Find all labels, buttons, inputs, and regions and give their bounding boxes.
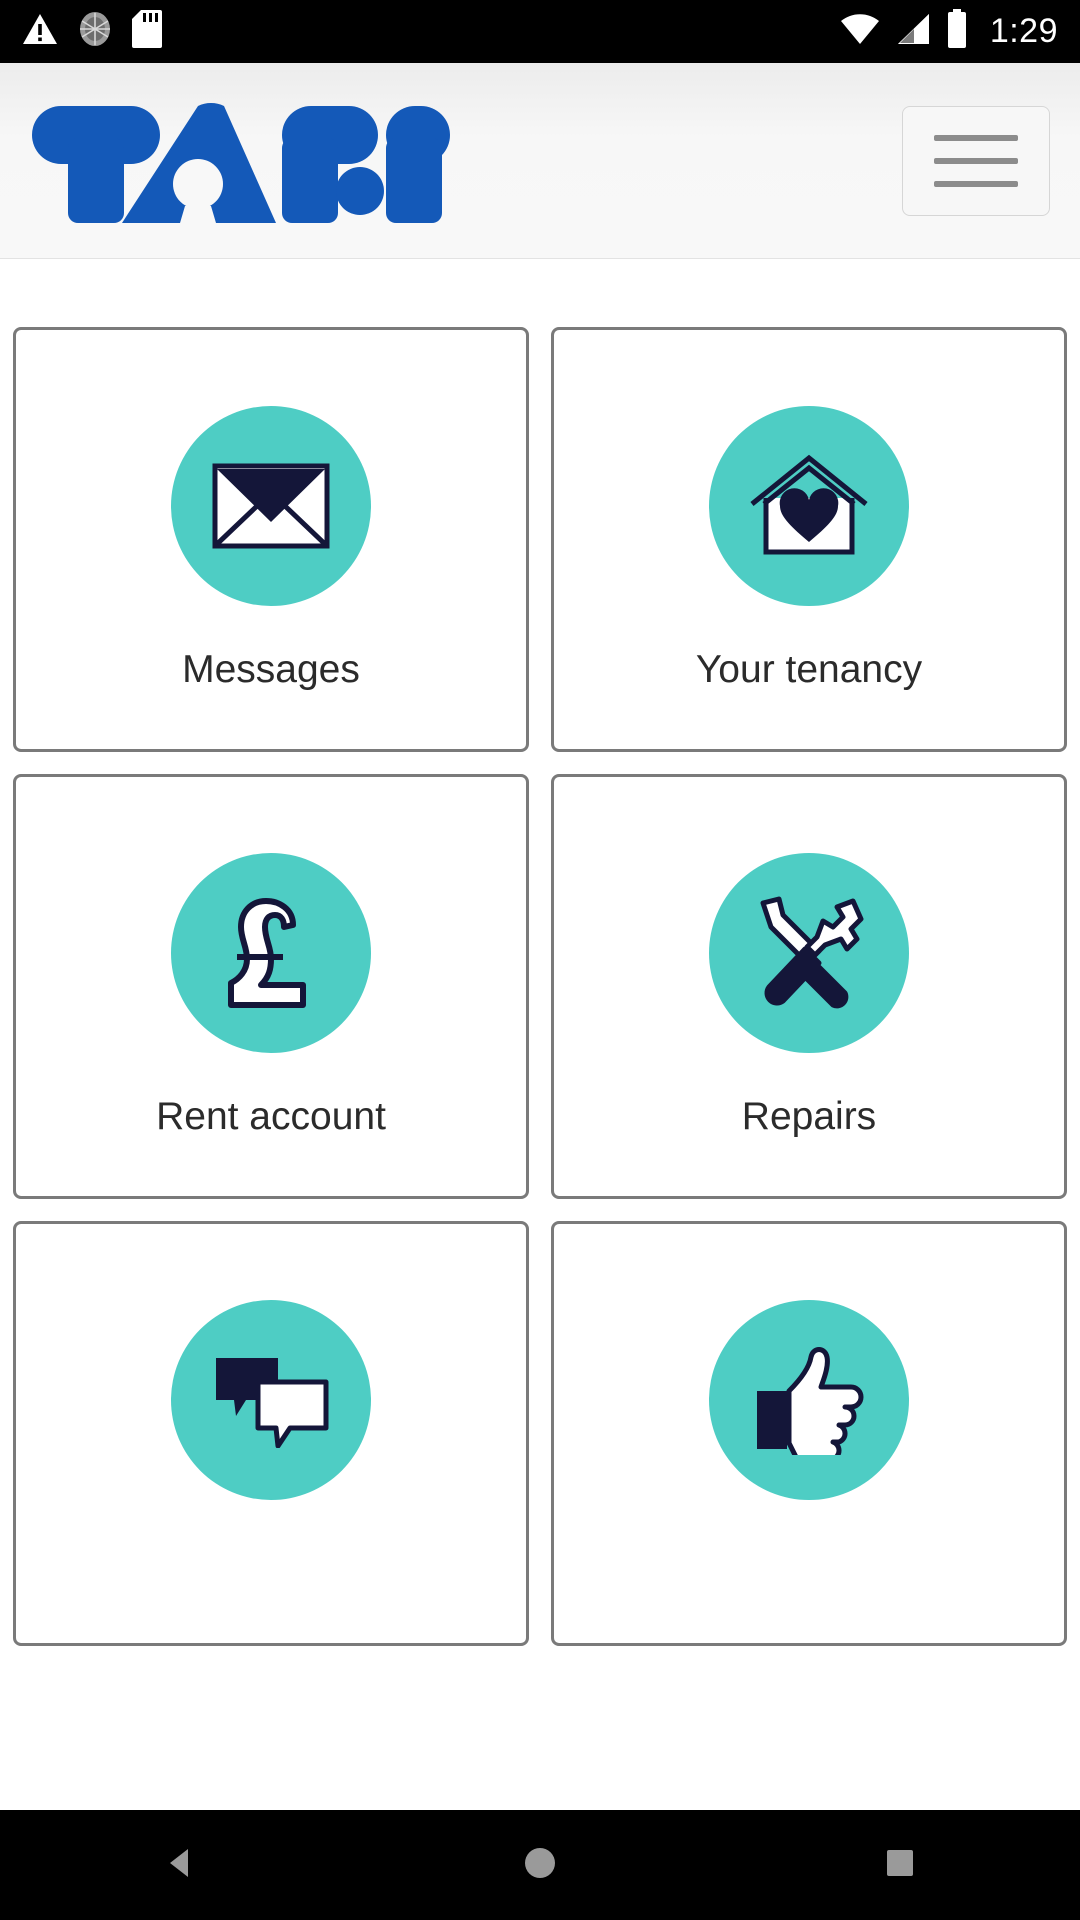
- tile-compliments[interactable]: [551, 1221, 1067, 1646]
- taff-logo[interactable]: [30, 98, 450, 223]
- tile-messages[interactable]: Messages: [13, 327, 529, 752]
- pound-sterling-icon: [171, 853, 371, 1053]
- hamburger-menu-button[interactable]: [902, 105, 1050, 216]
- status-bar-left-icons: [22, 9, 162, 54]
- warning-triangle-icon: [22, 12, 58, 51]
- envelope-icon: [171, 406, 371, 606]
- sync-disc-icon: [78, 10, 112, 53]
- thumbs-up-icon: [709, 1300, 909, 1500]
- app-root: 1:29 Messages Your tenancy Rent account …: [0, 0, 1080, 1920]
- hamburger-line-3: [934, 180, 1018, 187]
- recents-button-icon[interactable]: [880, 1843, 920, 1888]
- tile-grid: Messages Your tenancy Rent account Repai…: [13, 327, 1067, 1646]
- tile-feedback-chat[interactable]: [13, 1221, 529, 1646]
- tile-repairs[interactable]: Repairs: [551, 774, 1067, 1199]
- android-navigation-bar: [0, 1810, 1080, 1920]
- wifi-icon: [839, 12, 881, 51]
- status-bar: 1:29: [0, 0, 1080, 63]
- status-bar-right-icons: 1:29: [839, 9, 1058, 54]
- back-button-icon[interactable]: [160, 1843, 200, 1888]
- tile-label: Repairs: [741, 1095, 877, 1138]
- cellular-signal-icon: [894, 12, 932, 51]
- app-header: [0, 63, 1080, 259]
- tile-label: Rent account: [156, 1095, 386, 1138]
- tile-label: Your tenancy: [695, 648, 923, 691]
- status-bar-clock: 1:29: [989, 12, 1058, 50]
- tile-label: Messages: [182, 648, 360, 691]
- main-content: Messages Your tenancy Rent account Repai…: [0, 259, 1080, 1920]
- tile-rent-account[interactable]: Rent account: [13, 774, 529, 1199]
- home-button-icon[interactable]: [520, 1843, 560, 1888]
- tile-your-tenancy[interactable]: Your tenancy: [551, 327, 1067, 752]
- hamburger-line-2: [934, 157, 1018, 164]
- tools-icon: [709, 853, 909, 1053]
- battery-icon: [945, 9, 969, 54]
- hamburger-line-1: [934, 134, 1018, 141]
- sd-card-icon: [132, 9, 162, 54]
- house-heart-icon: [709, 406, 909, 606]
- speech-bubbles-icon: [171, 1300, 371, 1500]
